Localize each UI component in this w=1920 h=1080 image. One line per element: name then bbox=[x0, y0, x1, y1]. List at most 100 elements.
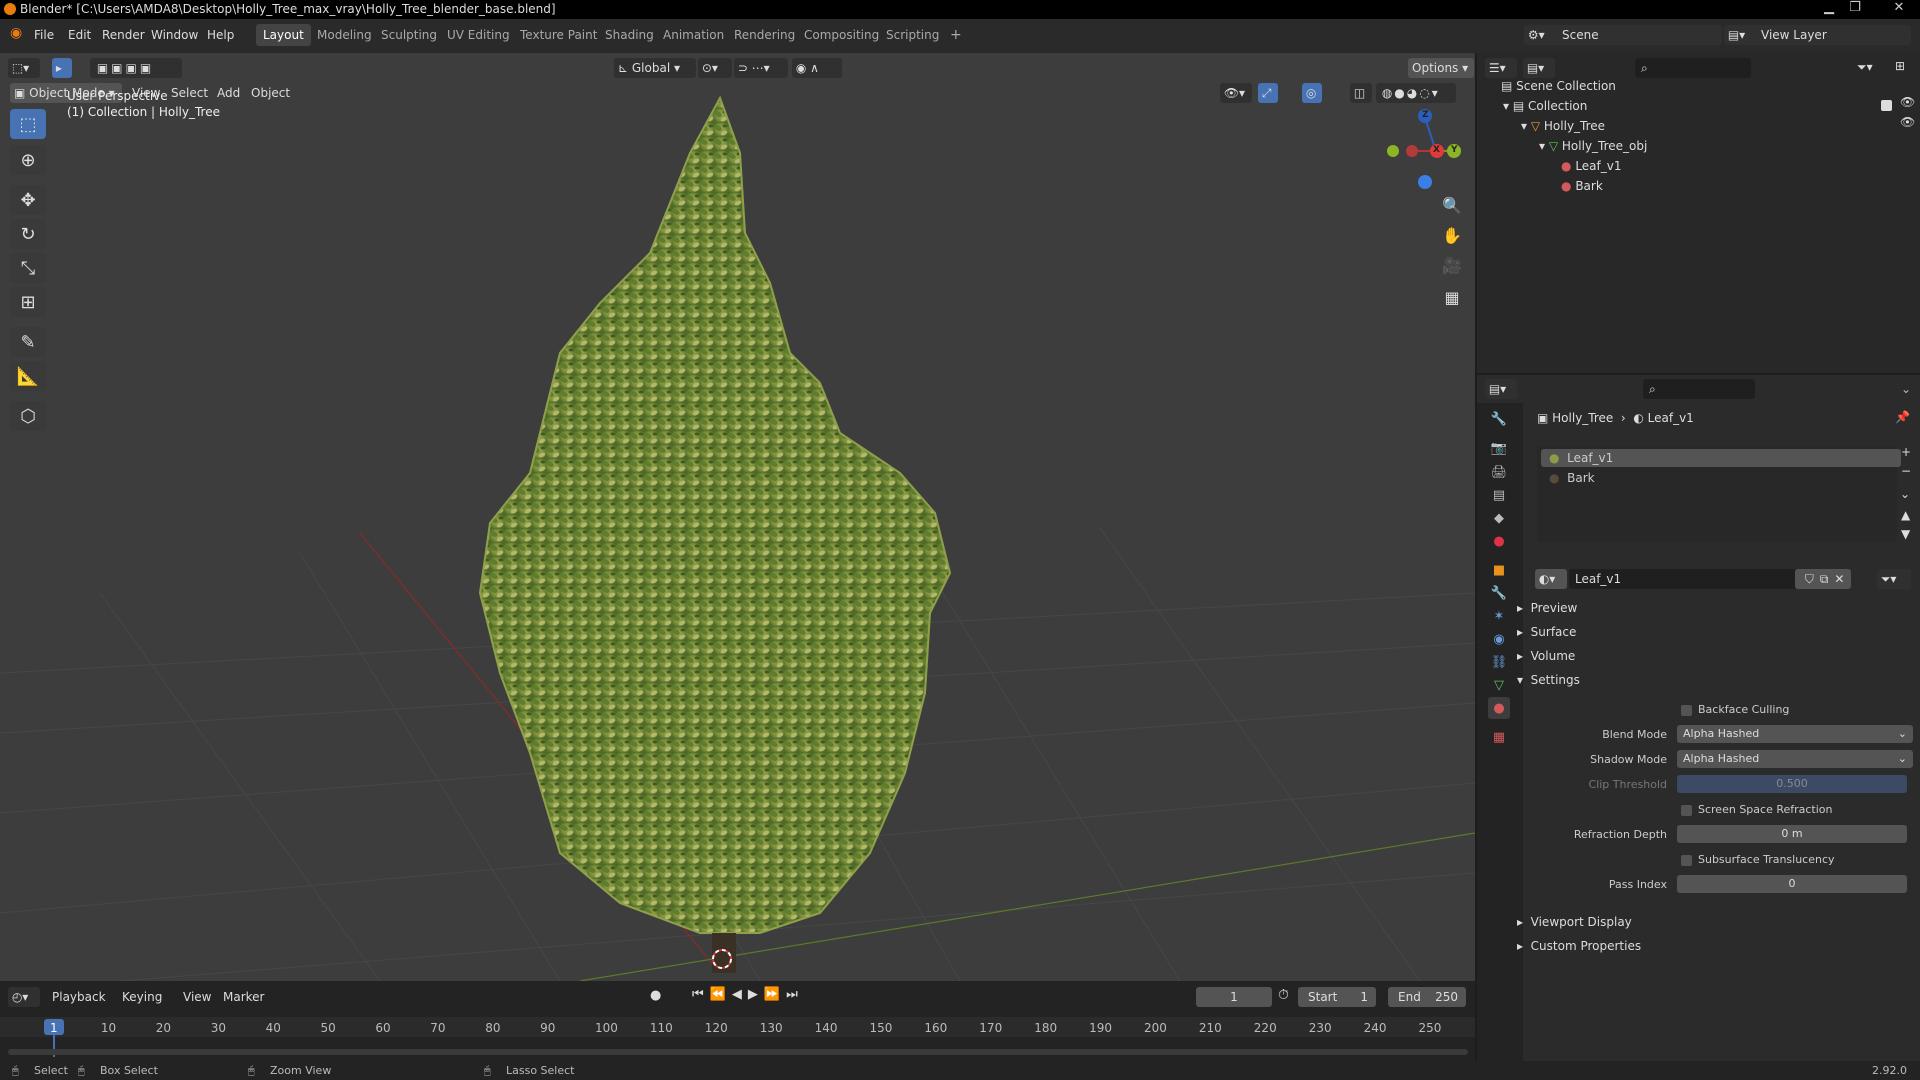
gizmo-z-label[interactable]: Z bbox=[1422, 110, 1429, 120]
visibility-icon[interactable]: 👁▾ bbox=[1220, 83, 1252, 103]
particles-tab-icon[interactable]: ✶ bbox=[1488, 605, 1510, 627]
data-tab-icon[interactable]: ▽ bbox=[1488, 674, 1510, 696]
timeline-editor[interactable]: ◴▾ Playback Keying View Marker ● ⏮⏪◀▶⏩⏭ … bbox=[0, 981, 1475, 1061]
physics-tab-icon[interactable]: ◉ bbox=[1488, 628, 1510, 650]
section-viewport-display[interactable]: ▸ Viewport Display bbox=[1517, 915, 1632, 929]
transform-tool-icon[interactable]: ⊞ bbox=[10, 287, 46, 317]
section-custom-properties[interactable]: ▸ Custom Properties bbox=[1517, 939, 1641, 953]
menu-window[interactable]: Window bbox=[151, 28, 198, 42]
outliner-row-holly-tree-obj[interactable]: ▾ ▽ Holly_Tree_obj bbox=[1539, 136, 1647, 156]
scene-tab-icon[interactable]: ◆ bbox=[1488, 507, 1510, 529]
camera-view-icon[interactable]: 🎥 bbox=[1438, 251, 1466, 279]
outliner-row-collection[interactable]: ▾ ▤ Collection bbox=[1503, 96, 1587, 116]
select-box-mode-icon[interactable]: ▸ bbox=[52, 58, 72, 78]
viewport-menu-add[interactable]: Add bbox=[217, 86, 240, 100]
material-slot-leaf[interactable]: ● Leaf_v1 bbox=[1541, 449, 1901, 467]
display-mode-icon[interactable]: ▤▾ bbox=[1523, 58, 1555, 78]
select-tool-icon[interactable]: ⬚ bbox=[10, 109, 46, 139]
menu-edit[interactable]: Edit bbox=[68, 28, 91, 42]
tab-uv-editing[interactable]: UV Editing bbox=[440, 24, 517, 46]
close-icon[interactable]: ✕ bbox=[1884, 0, 1914, 19]
material-datablock-icons[interactable]: ⛉⧉✕ bbox=[1795, 569, 1851, 589]
new-collection-icon[interactable]: ⊞ bbox=[1895, 59, 1905, 73]
browse-material-icon[interactable]: ◐▾ bbox=[1535, 569, 1567, 589]
pass-index-field[interactable]: 0 bbox=[1677, 875, 1907, 893]
shading-mode-icons[interactable]: ◍●◕◌▾ bbox=[1376, 83, 1456, 103]
filter-icon[interactable]: ⏷▾ bbox=[1857, 60, 1873, 75]
snap-icon[interactable]: ⊃ ⋯▾ bbox=[734, 58, 788, 78]
remove-slot-icon[interactable]: − bbox=[1901, 464, 1911, 478]
viewport-canvas[interactable] bbox=[0, 53, 1475, 981]
tab-modeling[interactable]: Modeling bbox=[310, 24, 379, 46]
pan-hand-icon[interactable]: ✋ bbox=[1438, 221, 1466, 249]
props-editor-type-icon[interactable]: ▤▾ bbox=[1485, 379, 1517, 399]
view-layer-field[interactable]: View Layer bbox=[1755, 25, 1911, 45]
material-name-field[interactable]: Leaf_v1 bbox=[1569, 569, 1797, 589]
properties-editor[interactable]: ▤▾ ⌕ ⌄ 🔧 📷 🖨 ▤ ◆ ● ■ 🔧 ✶ ◉ ⛓ ▽ ● ▦ ▣ Hol… bbox=[1477, 375, 1920, 1061]
overlays-toggle-icon[interactable]: ◎ bbox=[1302, 83, 1322, 103]
3d-viewport[interactable]: Z X Y ⬚▾ ▸ ▣▣▣▣ ⊾ Global ▾ ⊙▾ ⊃ ⋯▾ ◉ ∧ O… bbox=[0, 53, 1475, 981]
blend-mode-dropdown[interactable]: Alpha Hashed ⌄ bbox=[1677, 725, 1913, 743]
move-tool-icon[interactable]: ✥ bbox=[10, 185, 46, 215]
ortho-grid-icon[interactable]: ▦ bbox=[1438, 283, 1466, 311]
playback-controls[interactable]: ⏮⏪◀▶⏩⏭ bbox=[692, 987, 804, 1002]
tab-layout[interactable]: Layout bbox=[256, 24, 311, 46]
props-options-icon[interactable]: ⌄ bbox=[1901, 382, 1911, 396]
object-tab-icon[interactable]: ■ bbox=[1488, 559, 1510, 581]
scale-tool-icon[interactable]: ⤡ bbox=[10, 253, 46, 283]
timeline-editor-type-icon[interactable]: ◴▾ bbox=[8, 987, 40, 1007]
view-layer-tab-icon[interactable]: ▤ bbox=[1488, 484, 1510, 506]
timeline-menu-marker[interactable]: Marker bbox=[223, 990, 264, 1004]
section-preview[interactable]: ▸ Preview bbox=[1517, 601, 1577, 615]
material-link-icon[interactable]: ⏷▾ bbox=[1877, 569, 1911, 589]
measure-tool-icon[interactable]: 📐 bbox=[10, 361, 46, 391]
tab-sculpting[interactable]: Sculpting bbox=[374, 24, 444, 46]
slot-specials-icon[interactable]: ⌄ bbox=[1900, 487, 1910, 501]
section-settings[interactable]: ▾ Settings bbox=[1517, 673, 1580, 687]
section-volume[interactable]: ▸ Volume bbox=[1517, 649, 1575, 663]
move-slot-down-icon[interactable]: ▼ bbox=[1901, 527, 1910, 541]
subsurface-checkbox[interactable] bbox=[1681, 855, 1692, 866]
timeline-menu-view[interactable]: View bbox=[183, 990, 211, 1004]
outliner[interactable]: ☰▾ ▤▾ ⌕ ⏷▾ ⊞ ▤ Scene Collection ▾ ▤ Coll… bbox=[1477, 53, 1920, 373]
restore-icon[interactable]: ❐ bbox=[1844, 0, 1866, 19]
render-tab-icon[interactable]: 📷 bbox=[1488, 437, 1510, 459]
outliner-row-bark[interactable]: ● Bark bbox=[1561, 176, 1603, 196]
scene-field[interactable]: Scene bbox=[1556, 25, 1722, 45]
props-search-input[interactable]: ⌕ bbox=[1643, 379, 1755, 399]
tab-animation[interactable]: Animation bbox=[656, 24, 731, 46]
rotate-tool-icon[interactable]: ↻ bbox=[10, 219, 46, 249]
menu-render[interactable]: Render bbox=[102, 28, 145, 42]
outliner-row-leaf-v1[interactable]: ● Leaf_v1 bbox=[1561, 156, 1621, 176]
gizmo-y-label[interactable]: Y bbox=[1451, 145, 1458, 155]
object-eye-icon[interactable]: 👁 bbox=[1900, 115, 1915, 129]
tab-texture-paint[interactable]: Texture Paint bbox=[513, 24, 604, 46]
outliner-editor-type-icon[interactable]: ☰▾ bbox=[1485, 58, 1517, 78]
zoom-icon[interactable]: 🔍 bbox=[1438, 191, 1466, 219]
gizmo-x-label[interactable]: X bbox=[1433, 145, 1440, 155]
output-tab-icon[interactable]: 🖨 bbox=[1488, 461, 1510, 483]
stopwatch-icon[interactable]: ⏱ bbox=[1278, 987, 1289, 1003]
add-slot-icon[interactable]: + bbox=[1901, 445, 1911, 459]
menu-file[interactable]: File bbox=[34, 28, 54, 42]
refraction-depth-field[interactable]: 0 m bbox=[1677, 825, 1907, 843]
outliner-row-scene-collection[interactable]: ▤ Scene Collection bbox=[1501, 76, 1616, 96]
pin-icon[interactable]: 📌 bbox=[1895, 410, 1910, 424]
add-cube-tool-icon[interactable]: ⬡ bbox=[10, 401, 46, 431]
annotate-tool-icon[interactable]: ✎ bbox=[10, 327, 46, 357]
outliner-row-holly-tree[interactable]: ▾ ▽ Holly_Tree bbox=[1521, 116, 1605, 136]
constraints-tab-icon[interactable]: ⛓ bbox=[1488, 651, 1510, 673]
ssr-checkbox[interactable] bbox=[1681, 805, 1692, 816]
collection-eye-icon[interactable]: 👁 bbox=[1900, 95, 1915, 109]
viewport-menu-object[interactable]: Object bbox=[251, 86, 290, 100]
options-dropdown[interactable]: Options ▾ bbox=[1408, 58, 1474, 78]
gizmo-toggle-icon[interactable]: ⤢ bbox=[1258, 83, 1278, 103]
start-frame-field[interactable]: Start 1 bbox=[1298, 987, 1376, 1007]
xray-toggle-icon[interactable]: ◫ bbox=[1350, 83, 1372, 103]
record-icon[interactable]: ● bbox=[650, 988, 661, 1003]
end-frame-field[interactable]: End 250 bbox=[1388, 987, 1466, 1007]
pivot-point-icon[interactable]: ⊙▾ bbox=[698, 58, 732, 78]
clip-threshold-field[interactable]: 0.500 bbox=[1677, 775, 1907, 793]
tab-shading[interactable]: Shading bbox=[598, 24, 661, 46]
proportional-edit-icon[interactable]: ◉ ∧ bbox=[792, 58, 842, 78]
